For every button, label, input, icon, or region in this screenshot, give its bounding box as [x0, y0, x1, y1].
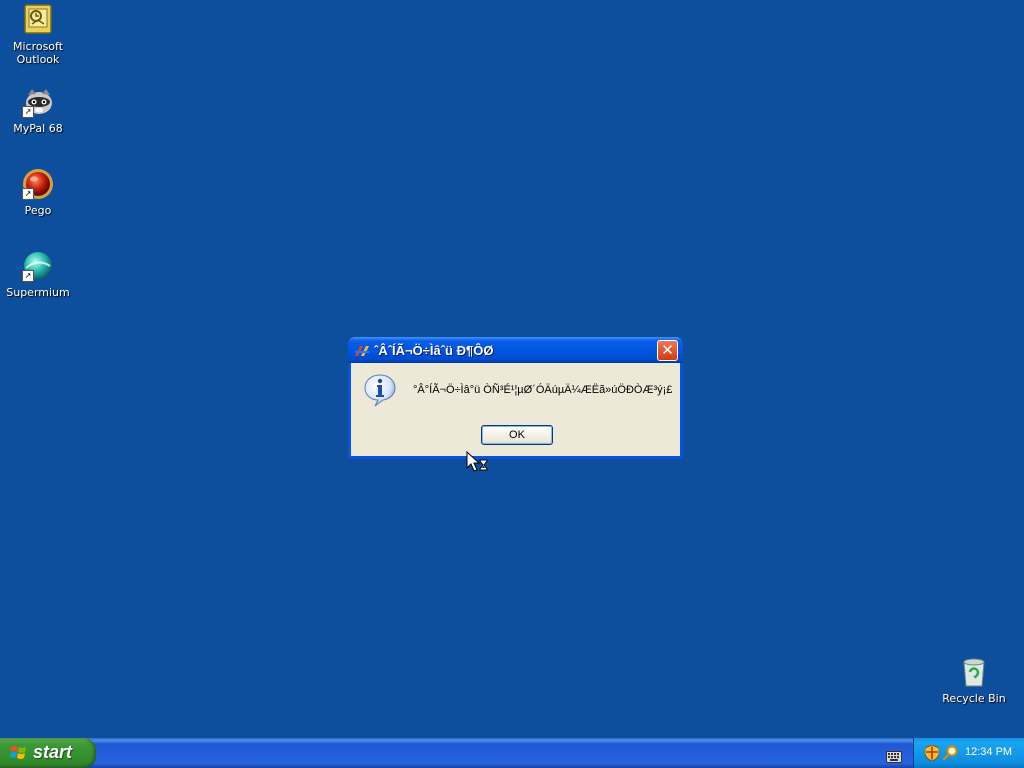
- dialog-title: ˆÂˆÍÃ¬Ö÷Ìâˆü Ð¶ÔØ: [374, 343, 494, 358]
- ok-button[interactable]: OK: [481, 425, 553, 445]
- security-shield-icon[interactable]: [924, 744, 940, 762]
- shortcut-arrow-icon: ↗: [22, 106, 34, 118]
- outlook-icon: [22, 4, 54, 36]
- clock[interactable]: 12:34 PM: [965, 746, 1012, 758]
- shortcut-arrow-icon: ↗: [22, 270, 34, 282]
- desktop-icon-outlook[interactable]: Microsoft Outlook: [0, 4, 76, 66]
- app-title-icon: [354, 343, 370, 357]
- pego-red-orb-icon: ↗: [22, 168, 54, 200]
- desktop-icon-pego[interactable]: ↗ Pego: [0, 168, 76, 217]
- dialog-message: °Â°ÍÃ¬Ö÷Ìâ°ü ÒÑ³É¹¦µØ´ÓÄúµÄ¼ÆËã»úÖÐÒÆ³ý¡…: [413, 384, 673, 396]
- desktop-icon-label: Microsoft Outlook: [12, 40, 64, 66]
- recycle-bin-icon: [958, 656, 990, 688]
- dialog-titlebar[interactable]: ˆÂˆÍÃ¬Ö÷Ìâˆü Ð¶ÔØ ✕: [348, 337, 683, 363]
- desktop-icon-label: MyPal 68: [13, 122, 63, 135]
- taskbar: start 12:34 PM: [0, 738, 1024, 768]
- desktop-icon-supermium[interactable]: ↗ Supermium: [0, 250, 76, 299]
- supermium-globe-icon: ↗: [22, 250, 54, 282]
- keyboard-language-icon[interactable]: [886, 748, 902, 763]
- close-button[interactable]: ✕: [657, 340, 678, 361]
- busy-cursor-icon: [466, 450, 490, 473]
- desktop-icon-label: Supermium: [6, 286, 70, 299]
- message-dialog: ˆÂˆÍÃ¬Ö÷Ìâˆü Ð¶ÔØ ✕ °Â°ÍÃ¬Ö÷Ìâ°ü ÒÑ³É¹¦µ…: [348, 337, 683, 459]
- system-tray: 12:34 PM: [913, 738, 1024, 768]
- search-magnifier-icon[interactable]: [942, 745, 958, 761]
- desktop-icon-label: Pego: [24, 204, 52, 217]
- information-icon: [363, 373, 397, 407]
- start-button[interactable]: start: [0, 738, 96, 768]
- windows-logo-icon: [10, 745, 27, 761]
- shortcut-arrow-icon: ↗: [22, 188, 34, 200]
- desktop-icon-label: Recycle Bin: [942, 692, 1006, 705]
- desktop-icon-mypal[interactable]: ↗ MyPal 68: [0, 86, 76, 135]
- mypal-raccoon-icon: ↗: [22, 86, 54, 118]
- desktop-icon-recycle-bin[interactable]: Recycle Bin: [936, 656, 1012, 705]
- close-icon: ✕: [661, 341, 674, 359]
- start-label: start: [33, 742, 73, 762]
- desktop: Microsoft Outlook ↗ MyPal 68 ↗ Pego ↗ Su…: [0, 0, 1024, 738]
